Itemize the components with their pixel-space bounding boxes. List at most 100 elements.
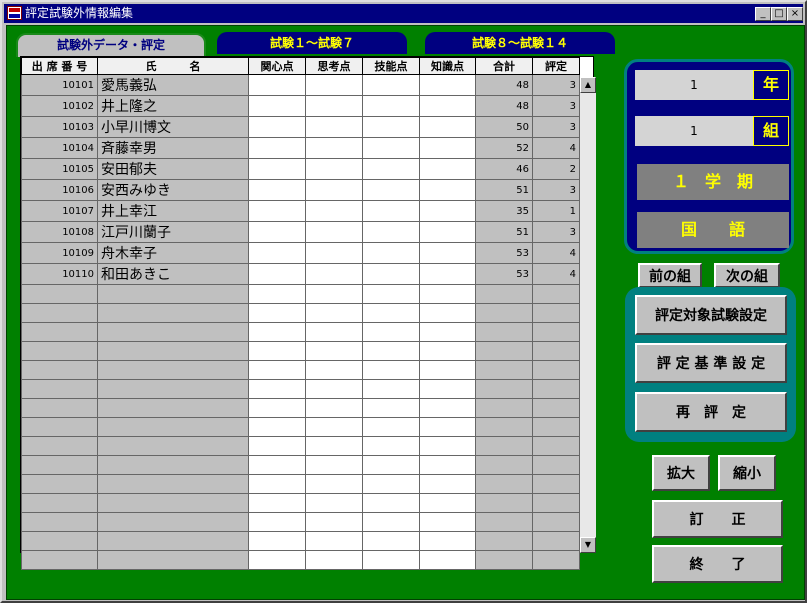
knowledge-cell[interactable] — [419, 95, 476, 117]
grade-cell[interactable]: 3 — [532, 74, 580, 96]
grade-cell[interactable]: 3 — [532, 95, 580, 117]
interest-cell[interactable] — [248, 242, 306, 264]
interest-cell[interactable] — [248, 116, 306, 138]
col-header-grade: 評定 — [532, 57, 580, 75]
table-row[interactable]: 10106 安西みゆき 51 3 — [21, 179, 580, 201]
table-row[interactable]: 10101 愛馬義弘 48 3 — [21, 74, 580, 96]
interest-cell[interactable] — [248, 137, 306, 159]
knowledge-cell[interactable] — [419, 158, 476, 180]
thinking-cell[interactable] — [305, 221, 363, 243]
tab-outside-data[interactable]: 試験外データ・評定 — [16, 33, 206, 57]
tab-tests-1-7[interactable]: 試験１～試験７ — [217, 32, 407, 54]
knowledge-cell[interactable] — [419, 200, 476, 222]
scroll-up-icon[interactable]: ▲ — [580, 77, 596, 93]
thinking-cell[interactable] — [305, 242, 363, 264]
tab-tests-8-14[interactable]: 試験８～試験１４ — [425, 32, 615, 54]
grade-cell[interactable]: 2 — [532, 158, 580, 180]
student-number-cell — [21, 436, 98, 456]
skill-cell[interactable] — [362, 200, 420, 222]
thinking-cell[interactable] — [305, 158, 363, 180]
table-row[interactable]: 10104 斉藤幸男 52 4 — [21, 137, 580, 159]
interest-cell[interactable] — [248, 263, 306, 285]
grade-cell — [532, 284, 580, 304]
table-row[interactable]: 10109 舟木幸子 53 4 — [21, 242, 580, 264]
grade-cell[interactable]: 4 — [532, 263, 580, 285]
knowledge-cell[interactable] — [419, 179, 476, 201]
minimize-button[interactable]: _ — [755, 7, 771, 21]
vertical-scrollbar[interactable]: ▲ ▼ — [580, 77, 596, 553]
skill-cell[interactable] — [362, 95, 420, 117]
close-button[interactable]: × — [787, 7, 803, 21]
zoom-in-button[interactable]: 拡大 — [652, 455, 710, 491]
grade-cell[interactable]: 3 — [532, 221, 580, 243]
table-row[interactable]: 10102 井上隆之 48 3 — [21, 95, 580, 117]
prev-class-button[interactable]: 前の組 — [638, 263, 702, 288]
grade-cell[interactable]: 3 — [532, 179, 580, 201]
skill-cell[interactable] — [362, 116, 420, 138]
skill-cell[interactable] — [362, 263, 420, 285]
interest-cell[interactable] — [248, 95, 306, 117]
empty-row — [21, 417, 580, 437]
thinking-cell[interactable] — [305, 263, 363, 285]
total-cell — [475, 474, 533, 494]
interest-cell — [248, 493, 306, 513]
skill-cell[interactable] — [362, 242, 420, 264]
interest-cell[interactable] — [248, 74, 306, 96]
criteria-setting-button[interactable]: 評 定 基 準 設 定 — [635, 343, 787, 383]
thinking-cell[interactable] — [305, 179, 363, 201]
table-row[interactable]: 10107 井上幸江 35 1 — [21, 200, 580, 222]
thinking-cell[interactable] — [305, 200, 363, 222]
grade-cell[interactable]: 1 — [532, 200, 580, 222]
knowledge-cell[interactable] — [419, 74, 476, 96]
skill-cell[interactable] — [362, 221, 420, 243]
exit-button[interactable]: 終 了 — [652, 545, 783, 583]
knowledge-cell — [419, 379, 476, 399]
student-number-cell — [21, 322, 98, 342]
thinking-cell[interactable] — [305, 137, 363, 159]
interest-cell[interactable] — [248, 158, 306, 180]
maximize-button[interactable]: □ — [771, 7, 787, 21]
correct-button[interactable]: 訂 正 — [652, 500, 783, 538]
thinking-cell — [305, 493, 363, 513]
thinking-cell[interactable] — [305, 95, 363, 117]
knowledge-cell[interactable] — [419, 263, 476, 285]
total-cell: 52 — [475, 137, 533, 159]
skill-cell[interactable] — [362, 74, 420, 96]
interest-cell[interactable] — [248, 200, 306, 222]
zoom-out-button[interactable]: 縮小 — [718, 455, 776, 491]
thinking-cell[interactable] — [305, 116, 363, 138]
next-class-button[interactable]: 次の組 — [714, 263, 780, 288]
knowledge-cell[interactable] — [419, 242, 476, 264]
re-evaluate-button[interactable]: 再 評 定 — [635, 392, 787, 432]
grade-cell — [532, 303, 580, 323]
grade-cell[interactable]: 4 — [532, 242, 580, 264]
grade-cell[interactable]: 3 — [532, 116, 580, 138]
table-row[interactable]: 10103 小早川博文 50 3 — [21, 116, 580, 138]
thinking-cell[interactable] — [305, 74, 363, 96]
knowledge-cell[interactable] — [419, 137, 476, 159]
year-field[interactable]: 1 — [635, 70, 753, 100]
grade-cell — [532, 360, 580, 380]
table-row[interactable]: 10110 和田あきこ 53 4 — [21, 263, 580, 285]
student-number-cell: 10109 — [21, 242, 98, 264]
knowledge-cell — [419, 417, 476, 437]
skill-cell[interactable] — [362, 158, 420, 180]
total-cell: 46 — [475, 158, 533, 180]
skill-cell[interactable] — [362, 137, 420, 159]
skill-cell[interactable] — [362, 179, 420, 201]
class-field[interactable]: 1 — [635, 116, 753, 146]
total-cell — [475, 417, 533, 437]
student-name-cell — [97, 436, 249, 456]
interest-cell[interactable] — [248, 179, 306, 201]
knowledge-cell[interactable] — [419, 221, 476, 243]
thinking-cell — [305, 360, 363, 380]
table-row[interactable]: 10105 安田郁夫 46 2 — [21, 158, 580, 180]
interest-cell[interactable] — [248, 221, 306, 243]
table-row[interactable]: 10108 江戸川蘭子 51 3 — [21, 221, 580, 243]
scroll-down-icon[interactable]: ▼ — [580, 537, 596, 553]
student-number-cell: 10103 — [21, 116, 98, 138]
grade-cell[interactable]: 4 — [532, 137, 580, 159]
student-name-cell — [97, 531, 249, 551]
knowledge-cell[interactable] — [419, 116, 476, 138]
target-test-setting-button[interactable]: 評定対象試験設定 — [635, 295, 787, 335]
